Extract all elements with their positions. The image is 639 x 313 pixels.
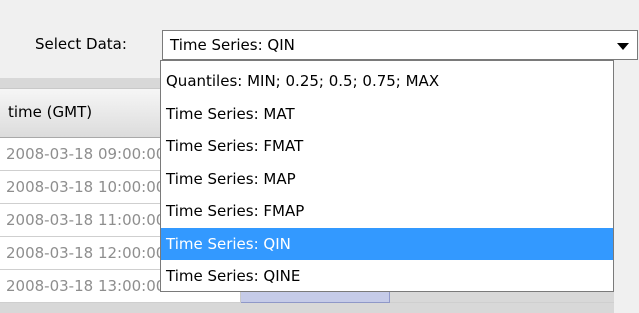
select-data-combobox[interactable]: Time Series: QIN: [162, 30, 638, 60]
dropdown-option-qin[interactable]: Time Series: QIN: [161, 227, 613, 260]
column-header-time[interactable]: time (GMT): [8, 102, 92, 122]
dropdown-option-mat[interactable]: Time Series: MAT: [161, 98, 613, 131]
right-margin: [614, 78, 639, 313]
combobox-value: Time Series: QIN: [170, 36, 295, 54]
dropdown-option-fmap[interactable]: Time Series: FMAP: [161, 195, 613, 228]
dropdown-option-quantiles[interactable]: Quantiles: MIN; 0.25; 0.5; 0.75; MAX: [161, 65, 613, 98]
dropdown-option-qine[interactable]: Time Series: QINE: [161, 260, 613, 293]
dropdown-option-map[interactable]: Time Series: MAP: [161, 163, 613, 196]
chevron-down-icon[interactable]: [617, 43, 629, 50]
select-data-label: Select Data:: [35, 35, 127, 53]
dropdown-option-fmat[interactable]: Time Series: FMAT: [161, 130, 613, 163]
select-data-dropdown-list[interactable]: Quantiles: MIN; 0.25; 0.5; 0.75; MAX Tim…: [160, 60, 614, 292]
